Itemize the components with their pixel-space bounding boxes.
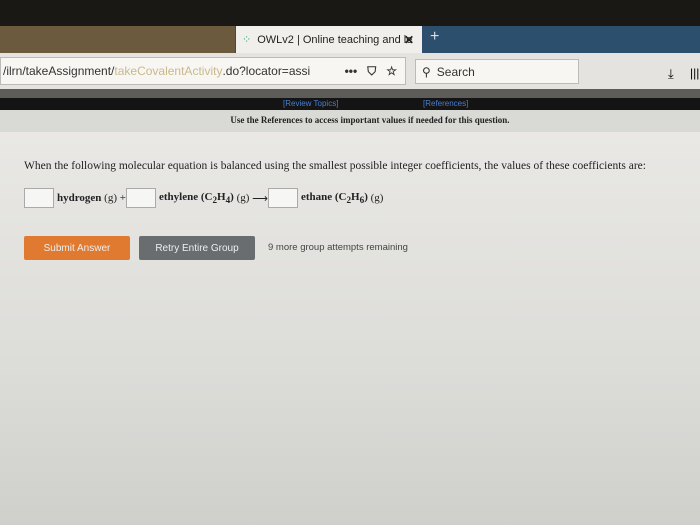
coefficient-input-hydrogen[interactable] xyxy=(24,188,54,208)
tab-owlv2[interactable]: ⁘ OWLv2 | Online teaching and le ✕ xyxy=(236,26,422,53)
url-text: /ilrn/takeAssignment/ xyxy=(3,64,115,78)
reactant2-label: ethylene (C2H4) xyxy=(158,190,234,206)
tab-strip: ⁘ OWLv2 | Online teaching and le ✕ + xyxy=(0,26,700,53)
nav-bar: /ilrn/takeAssignment/takeCovalentActivit… xyxy=(0,53,700,89)
product-label: ethane (C2H6) xyxy=(300,190,368,206)
bookmark-star-icon[interactable]: ☆ xyxy=(386,64,397,79)
url-bar[interactable]: /ilrn/takeAssignment/takeCovalentActivit… xyxy=(0,57,406,85)
url-text-dim: takeCovalentActivity xyxy=(114,64,223,78)
screen-bezel xyxy=(0,0,700,26)
download-icon[interactable]: ⤓ xyxy=(668,66,674,82)
review-topics-link[interactable]: [Review Topics] xyxy=(283,99,338,108)
submit-answer-button[interactable]: Submit Answer xyxy=(24,236,130,260)
reactant2-state: (g) xyxy=(236,192,250,204)
close-tab-icon[interactable]: ✕ xyxy=(404,33,414,47)
search-placeholder: Search xyxy=(436,64,475,79)
instruction-text: Use the References to access important v… xyxy=(230,115,510,125)
tab-title: OWLv2 | Online teaching and le xyxy=(257,33,413,46)
library-icon[interactable]: ||| xyxy=(690,66,699,80)
references-link[interactable]: [References] xyxy=(423,99,468,108)
coefficient-input-ethylene[interactable] xyxy=(125,188,156,208)
equation: hydrogen (g) + ethylene (C2H4) (g) ⟶ eth… xyxy=(24,188,383,208)
inactive-tabs[interactable] xyxy=(0,26,235,53)
search-icon: ⚲ xyxy=(422,64,431,79)
pocket-icon[interactable]: ⛉ xyxy=(367,64,376,79)
reactant1-label: hydrogen xyxy=(57,192,102,204)
product-state: (g) xyxy=(370,192,384,204)
url-text-suffix: .do?locator=assi xyxy=(222,64,311,78)
retry-group-button[interactable]: Retry Entire Group xyxy=(139,236,255,260)
reaction-arrow: ⟶ xyxy=(252,192,268,205)
reference-bar: [Review Topics] [References] xyxy=(0,98,700,110)
loading-icon: ⁘ xyxy=(242,34,252,46)
more-icon[interactable]: ••• xyxy=(345,64,358,79)
reactant1-state: (g) xyxy=(104,192,117,204)
question-text: When the following molecular equation is… xyxy=(24,160,646,172)
search-input[interactable]: ⚲ Search xyxy=(415,59,579,84)
page-header-band xyxy=(0,89,700,98)
coefficient-input-ethane[interactable] xyxy=(267,188,298,208)
question-area: When the following molecular equation is… xyxy=(0,132,700,525)
attempts-remaining: 9 more group attempts remaining xyxy=(268,242,408,253)
new-tab-button[interactable]: + xyxy=(430,28,439,46)
